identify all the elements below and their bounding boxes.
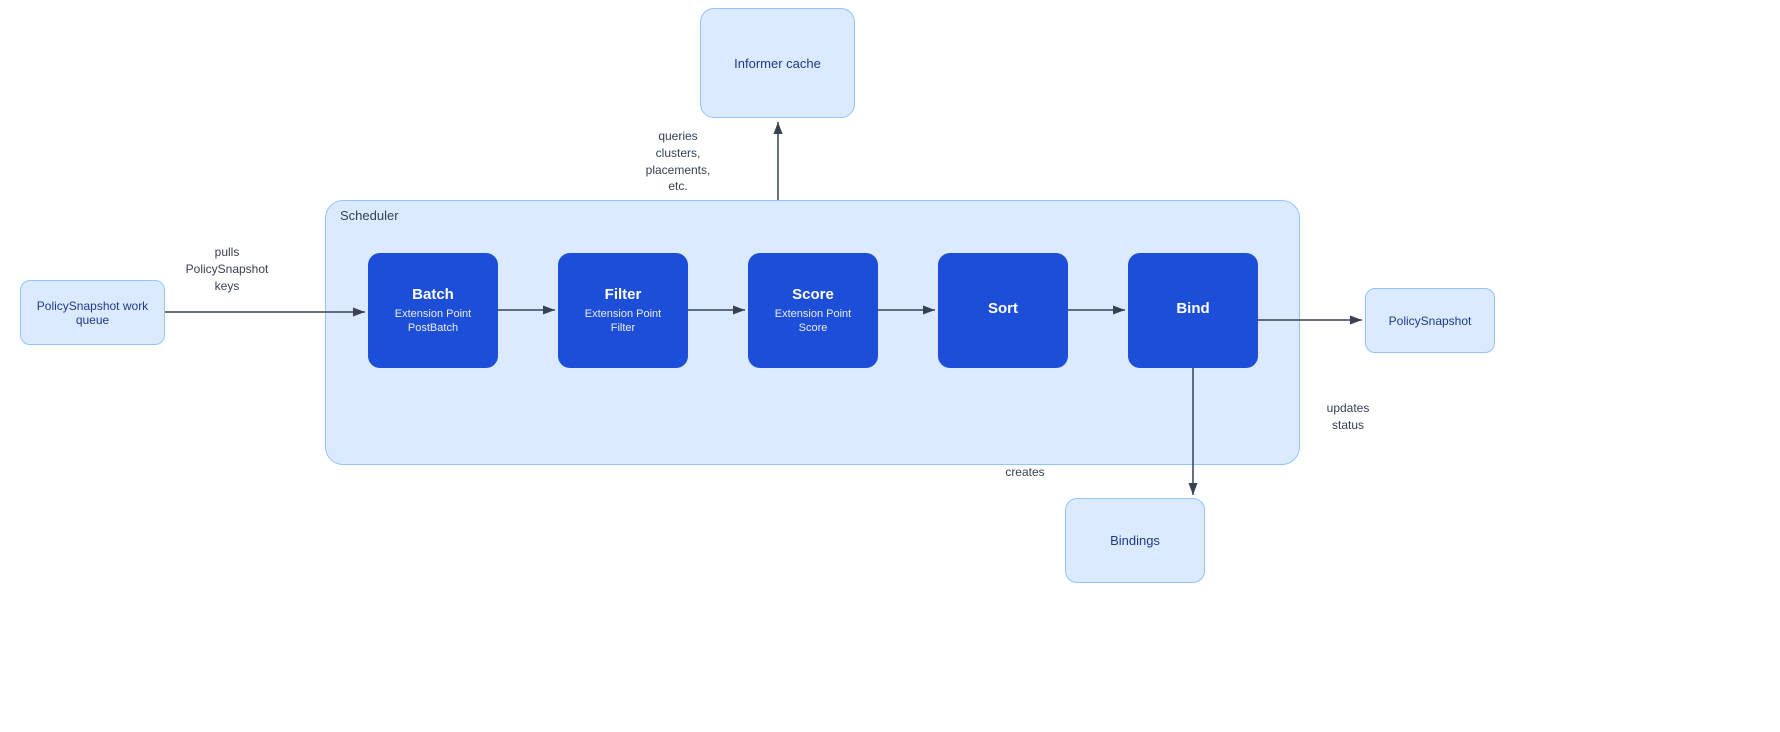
policy-queue-box: PolicySnapshot work queue: [20, 280, 165, 345]
score-title: Score: [792, 286, 834, 303]
creates-label: creates: [985, 464, 1065, 481]
sort-title: Sort: [988, 300, 1018, 317]
updates-label: updatesstatus: [1308, 400, 1388, 434]
batch-box: Batch Extension PointPostBatch: [368, 253, 498, 368]
pulls-label: pullsPolicySnapshotkeys: [172, 244, 282, 294]
bindings-label: Bindings: [1110, 533, 1160, 548]
batch-subtitle: Extension PointPostBatch: [395, 307, 471, 336]
queries-label: queriesclusters,placements,etc.: [628, 128, 728, 195]
batch-title: Batch: [412, 286, 454, 303]
diagram-container: Informer cache Scheduler Batch Extension…: [0, 0, 1780, 732]
filter-box: Filter Extension PointFilter: [558, 253, 688, 368]
policy-queue-label: PolicySnapshot work queue: [21, 299, 164, 327]
informer-cache-box: Informer cache: [700, 8, 855, 118]
score-subtitle: Extension PointScore: [775, 307, 851, 336]
policy-snapshot-out-box: PolicySnapshot: [1365, 288, 1495, 353]
policy-snapshot-out-label: PolicySnapshot: [1389, 314, 1472, 328]
bindings-box: Bindings: [1065, 498, 1205, 583]
score-box: Score Extension PointScore: [748, 253, 878, 368]
filter-title: Filter: [605, 286, 642, 303]
bind-title: Bind: [1176, 300, 1209, 317]
bind-box: Bind: [1128, 253, 1258, 368]
informer-cache-label: Informer cache: [734, 56, 821, 71]
filter-subtitle: Extension PointFilter: [585, 307, 661, 336]
sort-box: Sort: [938, 253, 1068, 368]
scheduler-label: Scheduler: [340, 208, 399, 223]
